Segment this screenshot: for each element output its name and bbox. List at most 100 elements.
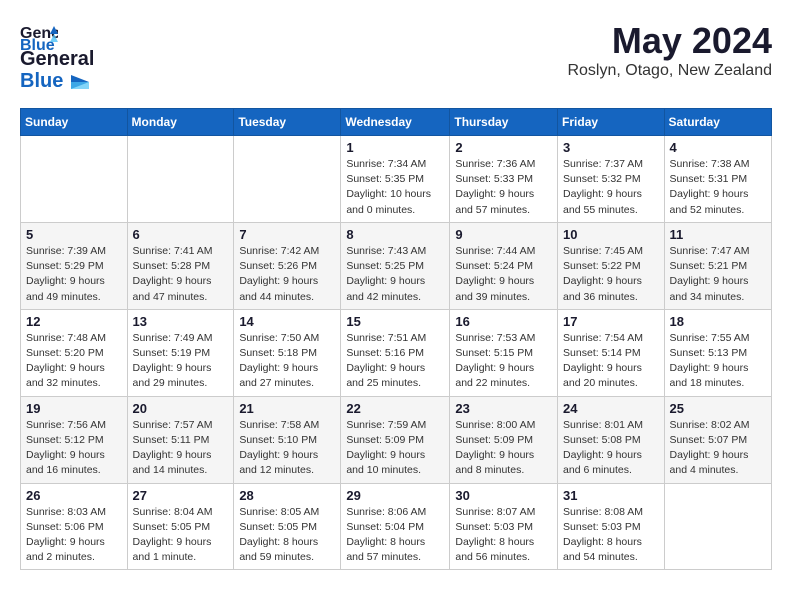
day-info: Sunrise: 7:34 AM Sunset: 5:35 PM Dayligh… xyxy=(346,157,444,218)
day-info: Sunrise: 7:55 AM Sunset: 5:13 PM Dayligh… xyxy=(670,331,766,392)
day-number: 10 xyxy=(563,227,659,242)
day-number: 26 xyxy=(26,488,122,503)
day-info: Sunrise: 8:04 AM Sunset: 5:05 PM Dayligh… xyxy=(133,505,229,566)
day-info: Sunrise: 7:53 AM Sunset: 5:15 PM Dayligh… xyxy=(455,331,552,392)
day-info: Sunrise: 7:43 AM Sunset: 5:25 PM Dayligh… xyxy=(346,244,444,305)
day-number: 5 xyxy=(26,227,122,242)
calendar-day-cell: 16 Sunrise: 7:53 AM Sunset: 5:15 PM Dayli… xyxy=(450,309,558,396)
calendar-week-row: 12Sunrise: 7:48 AM Sunset: 5:20 PM Dayli… xyxy=(21,309,772,396)
header-cell-tuesday: Tuesday xyxy=(234,109,341,136)
day-number: 28 xyxy=(239,488,335,503)
header: General Blue General Blue May 2024 Rosly… xyxy=(20,20,772,92)
calendar-day-cell: 24Sunrise: 8:01 AM Sunset: 5:08 PM Dayli… xyxy=(558,396,665,483)
day-number: 8 xyxy=(346,227,444,242)
title-area: May 2024 Roslyn, Otago, New Zealand xyxy=(567,20,772,80)
calendar-day-cell: 30 Sunrise: 8:07 AM Sunset: 5:03 PM Dayli… xyxy=(450,483,558,570)
day-info: Sunrise: 7:59 AM Sunset: 5:09 PM Dayligh… xyxy=(346,418,444,479)
calendar-day-cell: 4Sunrise: 7:38 AM Sunset: 5:31 PM Daylig… xyxy=(664,136,771,223)
day-info: Sunrise: 7:37 AM Sunset: 5:32 PM Dayligh… xyxy=(563,157,659,218)
calendar-day-cell: 9 Sunrise: 7:44 AM Sunset: 5:24 PM Daylig… xyxy=(450,222,558,309)
calendar-table: SundayMondayTuesdayWednesdayThursdayFrid… xyxy=(20,108,772,570)
logo: General Blue General Blue xyxy=(20,20,94,92)
header-cell-monday: Monday xyxy=(127,109,234,136)
logo-blue-text: Blue xyxy=(20,70,94,92)
day-info: Sunrise: 7:50 AM Sunset: 5:18 PM Dayligh… xyxy=(239,331,335,392)
day-number: 27 xyxy=(133,488,229,503)
calendar-day-cell: 6Sunrise: 7:41 AM Sunset: 5:28 PM Daylig… xyxy=(127,222,234,309)
calendar-day-cell: 8 Sunrise: 7:43 AM Sunset: 5:25 PM Daylig… xyxy=(341,222,450,309)
day-number: 22 xyxy=(346,401,444,416)
day-number: 17 xyxy=(563,314,659,329)
day-number: 19 xyxy=(26,401,122,416)
day-info: Sunrise: 7:44 AM Sunset: 5:24 PM Dayligh… xyxy=(455,244,552,305)
day-info: Sunrise: 8:02 AM Sunset: 5:07 PM Dayligh… xyxy=(670,418,766,479)
day-number: 2 xyxy=(455,140,552,155)
day-info: Sunrise: 7:57 AM Sunset: 5:11 PM Dayligh… xyxy=(133,418,229,479)
location-title: Roslyn, Otago, New Zealand xyxy=(567,62,772,80)
day-number: 18 xyxy=(670,314,766,329)
logo-arrow-icon xyxy=(71,75,89,89)
day-number: 21 xyxy=(239,401,335,416)
header-cell-saturday: Saturday xyxy=(664,109,771,136)
day-info: Sunrise: 8:06 AM Sunset: 5:04 PM Dayligh… xyxy=(346,505,444,566)
calendar-day-cell: 12Sunrise: 7:48 AM Sunset: 5:20 PM Dayli… xyxy=(21,309,128,396)
month-title: May 2024 xyxy=(567,20,772,62)
calendar-body: 1 Sunrise: 7:34 AM Sunset: 5:35 PM Daylig… xyxy=(21,136,772,570)
day-number: 15 xyxy=(346,314,444,329)
calendar-day-cell: 20 Sunrise: 7:57 AM Sunset: 5:11 PM Dayli… xyxy=(127,396,234,483)
day-number: 30 xyxy=(455,488,552,503)
calendar-day-cell: 22 Sunrise: 7:59 AM Sunset: 5:09 PM Dayli… xyxy=(341,396,450,483)
day-info: Sunrise: 8:01 AM Sunset: 5:08 PM Dayligh… xyxy=(563,418,659,479)
calendar-day-cell: 2 Sunrise: 7:36 AM Sunset: 5:33 PM Daylig… xyxy=(450,136,558,223)
calendar-header: SundayMondayTuesdayWednesdayThursdayFrid… xyxy=(21,109,772,136)
day-number: 1 xyxy=(346,140,444,155)
header-cell-friday: Friday xyxy=(558,109,665,136)
day-number: 31 xyxy=(563,488,659,503)
calendar-day-cell: 15Sunrise: 7:51 AM Sunset: 5:16 PM Dayli… xyxy=(341,309,450,396)
calendar-day-cell: 13 Sunrise: 7:49 AM Sunset: 5:19 PM Dayli… xyxy=(127,309,234,396)
day-info: Sunrise: 8:03 AM Sunset: 5:06 PM Dayligh… xyxy=(26,505,122,566)
day-number: 11 xyxy=(670,227,766,242)
calendar-day-cell: 29Sunrise: 8:06 AM Sunset: 5:04 PM Dayli… xyxy=(341,483,450,570)
day-info: Sunrise: 8:07 AM Sunset: 5:03 PM Dayligh… xyxy=(455,505,552,566)
header-row: SundayMondayTuesdayWednesdayThursdayFrid… xyxy=(21,109,772,136)
day-number: 20 xyxy=(133,401,229,416)
calendar-day-cell: 7 Sunrise: 7:42 AM Sunset: 5:26 PM Daylig… xyxy=(234,222,341,309)
calendar-week-row: 26 Sunrise: 8:03 AM Sunset: 5:06 PM Dayli… xyxy=(21,483,772,570)
calendar-day-cell: 10Sunrise: 7:45 AM Sunset: 5:22 PM Dayli… xyxy=(558,222,665,309)
calendar-day-cell: 19 Sunrise: 7:56 AM Sunset: 5:12 PM Dayli… xyxy=(21,396,128,483)
calendar-day-cell: 23Sunrise: 8:00 AM Sunset: 5:09 PM Dayli… xyxy=(450,396,558,483)
calendar-day-cell: 5Sunrise: 7:39 AM Sunset: 5:29 PM Daylig… xyxy=(21,222,128,309)
calendar-day-cell xyxy=(127,136,234,223)
calendar-day-cell: 11Sunrise: 7:47 AM Sunset: 5:21 PM Dayli… xyxy=(664,222,771,309)
header-cell-sunday: Sunday xyxy=(21,109,128,136)
day-number: 16 xyxy=(455,314,552,329)
calendar-day-cell: 31 Sunrise: 8:08 AM Sunset: 5:03 PM Dayli… xyxy=(558,483,665,570)
day-number: 9 xyxy=(455,227,552,242)
calendar-day-cell xyxy=(234,136,341,223)
day-info: Sunrise: 7:38 AM Sunset: 5:31 PM Dayligh… xyxy=(670,157,766,218)
day-number: 7 xyxy=(239,227,335,242)
day-info: Sunrise: 8:08 AM Sunset: 5:03 PM Dayligh… xyxy=(563,505,659,566)
day-info: Sunrise: 7:41 AM Sunset: 5:28 PM Dayligh… xyxy=(133,244,229,305)
day-info: Sunrise: 7:58 AM Sunset: 5:10 PM Dayligh… xyxy=(239,418,335,479)
calendar-week-row: 5Sunrise: 7:39 AM Sunset: 5:29 PM Daylig… xyxy=(21,222,772,309)
day-number: 25 xyxy=(670,401,766,416)
day-number: 23 xyxy=(455,401,552,416)
day-number: 13 xyxy=(133,314,229,329)
day-number: 14 xyxy=(239,314,335,329)
calendar-week-row: 19 Sunrise: 7:56 AM Sunset: 5:12 PM Dayli… xyxy=(21,396,772,483)
calendar-day-cell xyxy=(664,483,771,570)
calendar-day-cell: 17 Sunrise: 7:54 AM Sunset: 5:14 PM Dayli… xyxy=(558,309,665,396)
day-info: Sunrise: 7:56 AM Sunset: 5:12 PM Dayligh… xyxy=(26,418,122,479)
calendar-day-cell: 14 Sunrise: 7:50 AM Sunset: 5:18 PM Dayli… xyxy=(234,309,341,396)
day-info: Sunrise: 7:54 AM Sunset: 5:14 PM Dayligh… xyxy=(563,331,659,392)
calendar-day-cell: 3Sunrise: 7:37 AM Sunset: 5:32 PM Daylig… xyxy=(558,136,665,223)
day-info: Sunrise: 7:36 AM Sunset: 5:33 PM Dayligh… xyxy=(455,157,552,218)
calendar-day-cell: 1 Sunrise: 7:34 AM Sunset: 5:35 PM Daylig… xyxy=(341,136,450,223)
day-info: Sunrise: 7:49 AM Sunset: 5:19 PM Dayligh… xyxy=(133,331,229,392)
calendar-day-cell xyxy=(21,136,128,223)
header-cell-wednesday: Wednesday xyxy=(341,109,450,136)
calendar-day-cell: 27 Sunrise: 8:04 AM Sunset: 5:05 PM Dayli… xyxy=(127,483,234,570)
day-info: Sunrise: 7:42 AM Sunset: 5:26 PM Dayligh… xyxy=(239,244,335,305)
